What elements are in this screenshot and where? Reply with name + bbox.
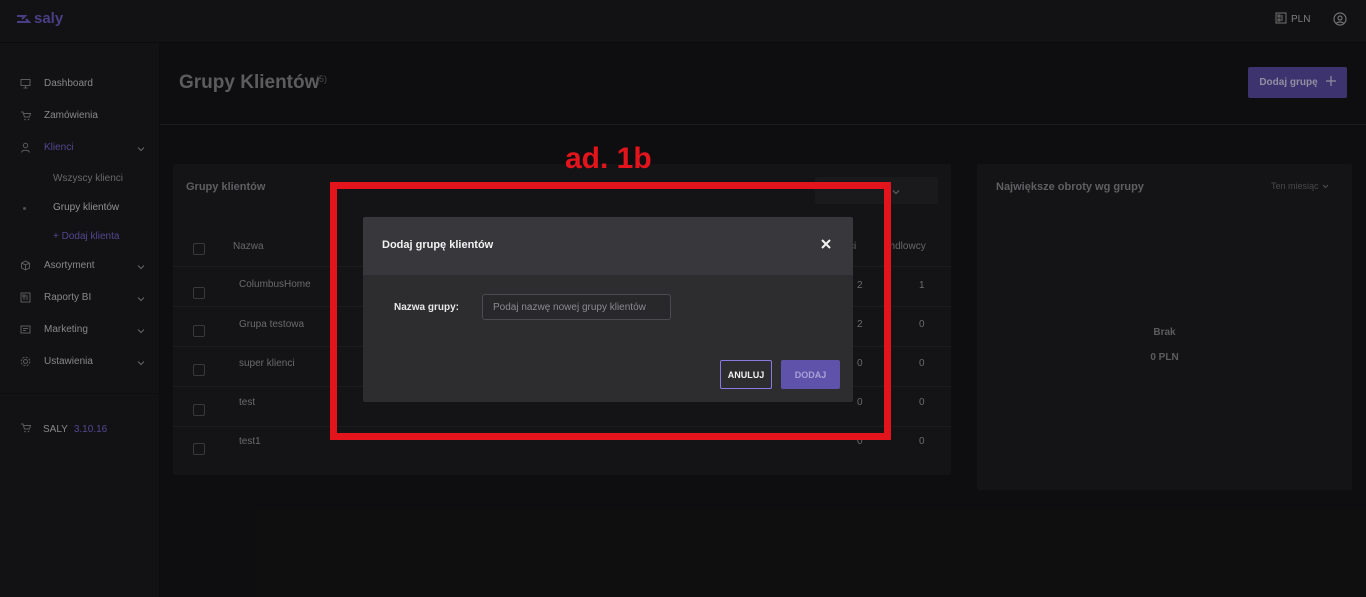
annotation-highlight-box: [330, 182, 891, 440]
annotation-label: ad. 1b: [565, 142, 652, 175]
